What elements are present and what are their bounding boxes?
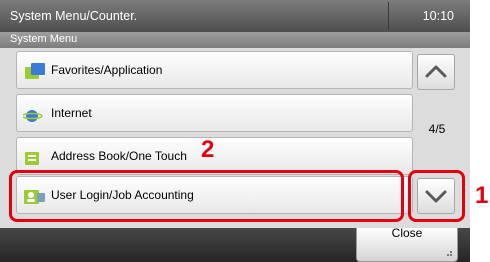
clock-time: 10:10: [422, 9, 454, 23]
menu-item-label: Internet: [51, 106, 92, 120]
section-title: System Menu: [10, 33, 78, 45]
scroll-up-button[interactable]: [417, 54, 455, 90]
menu-item-label: Address Book/One Touch: [51, 149, 187, 163]
menu-item-favorites-application[interactable]: Favorites/Application: [16, 51, 413, 89]
internet-icon: [23, 110, 43, 122]
title-bar: System Menu/Counter. 10:10: [0, 0, 470, 32]
menu-item-internet[interactable]: Internet: [16, 94, 413, 132]
chevron-up-icon: [425, 65, 447, 78]
menu-item-label: Favorites/Application: [51, 63, 163, 77]
address-book-icon: [25, 152, 39, 165]
close-label: Close: [391, 226, 423, 240]
title-divider: [388, 2, 389, 30]
highlight-user-login-item: [9, 170, 404, 222]
resize-grip-icon: [447, 251, 452, 256]
callout-step-1: 1: [475, 182, 489, 209]
close-button[interactable]: Close: [356, 226, 458, 262]
callout-step-2: 2: [201, 136, 215, 163]
favorites-app-icon: [25, 63, 45, 79]
sub-title-bar: System Menu: [0, 32, 470, 48]
page-indicator: 4/5: [428, 122, 446, 136]
panel-screen: System Menu/Counter. 10:10 System Menu F…: [0, 0, 470, 262]
page-title: System Menu/Counter.: [10, 9, 138, 23]
highlight-scroll-down: [408, 170, 465, 222]
